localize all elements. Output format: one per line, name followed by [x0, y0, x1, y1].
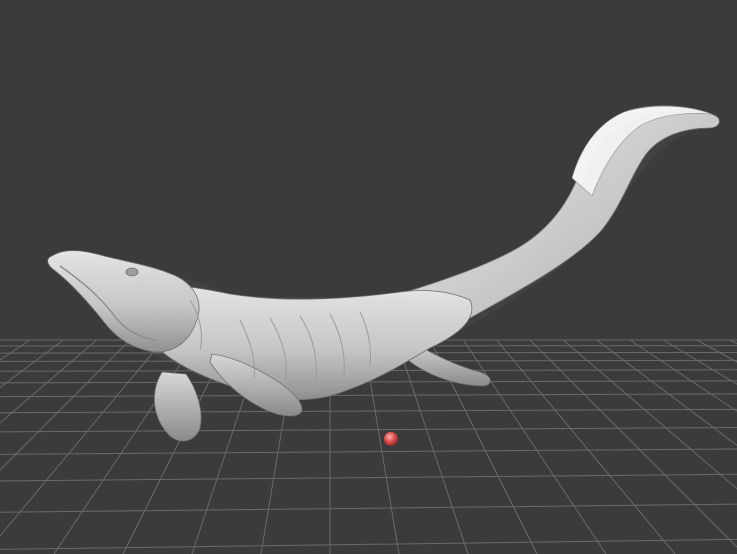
grid-line — [0, 408, 737, 414]
grid-line — [563, 339, 737, 490]
grid-line — [0, 473, 737, 482]
grid-line — [0, 339, 131, 471]
grid-line — [496, 339, 676, 554]
grid-line — [0, 448, 737, 455]
grid-line — [0, 339, 64, 389]
grid-line — [53, 339, 198, 554]
grid-line — [0, 426, 737, 433]
viewport-canvas[interactable] — [0, 0, 737, 554]
grid-line — [729, 339, 737, 345]
surface-texture — [52, 109, 716, 394]
grid-line — [529, 339, 737, 548]
grid-line — [0, 393, 737, 398]
grid-line — [629, 339, 737, 412]
grid-line — [0, 538, 737, 550]
grid-line — [0, 339, 97, 424]
pivot-point-icon[interactable] — [384, 432, 398, 446]
grid-line — [0, 339, 31, 361]
grid-line — [663, 339, 737, 385]
3d-viewport[interactable] — [0, 0, 737, 554]
sculpt-model[interactable] — [47, 105, 720, 442]
grid-line — [462, 339, 607, 554]
grid-line — [0, 503, 737, 513]
